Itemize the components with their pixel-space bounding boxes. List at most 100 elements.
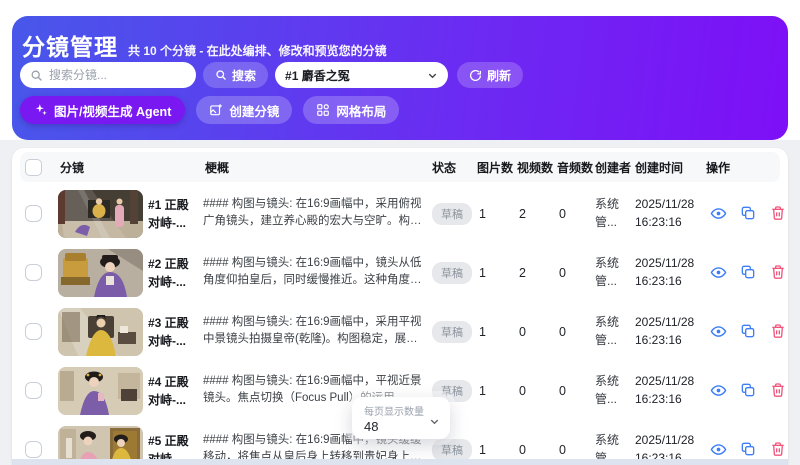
column-header-audios: 音频数: [555, 159, 593, 176]
storyboard-synopsis: #### 构图与镜头: 在16:9画幅中，采用俯视广角镜头，建立养心殿的宏大与空…: [203, 196, 430, 231]
project-select[interactable]: #1 麝香之冤: [275, 62, 448, 88]
storyboard-title: #3 正殿 对峙-...: [148, 314, 189, 350]
horizontal-scrollbar[interactable]: [12, 459, 788, 465]
duplicate-button[interactable]: [740, 264, 757, 281]
audio-count: 0: [555, 325, 593, 339]
row-checkbox[interactable]: [25, 441, 42, 458]
search-button[interactable]: 搜索: [203, 62, 268, 88]
storyboard-title: #1 正殿 对峙-...: [148, 196, 189, 232]
row-checkbox[interactable]: [25, 264, 42, 281]
create-storyboard-button[interactable]: 创建分镜: [196, 96, 292, 124]
column-header-creator: 创建者: [593, 159, 633, 176]
search-icon: [215, 69, 227, 81]
delete-button[interactable]: [770, 205, 787, 222]
grid-icon: [316, 103, 330, 117]
storyboard-title: #4 正殿 对峙-...: [148, 373, 189, 409]
duplicate-button[interactable]: [740, 323, 757, 340]
created-time: 2025/11/28 16:23:16: [633, 314, 704, 349]
grid-button-label: 网格布局: [336, 101, 386, 120]
search-icon: [30, 69, 43, 82]
storyboard-thumbnail[interactable]: [58, 190, 143, 238]
chevron-down-icon: [427, 70, 438, 81]
image-count: 1: [475, 443, 515, 457]
audio-count: 0: [555, 266, 593, 280]
column-header-created: 创建时间: [633, 159, 704, 176]
storyboard-thumbnail[interactable]: [58, 249, 143, 297]
duplicate-button[interactable]: [740, 382, 757, 399]
video-count: 0: [515, 443, 555, 457]
delete-button[interactable]: [770, 323, 787, 340]
image-count: 1: [475, 384, 515, 398]
delete-button[interactable]: [770, 441, 787, 458]
creator: 系统 管...: [593, 196, 633, 231]
audio-count: 0: [555, 207, 593, 221]
table-row[interactable]: #3 正殿 对峙-... #### 构图与镜头: 在16:9画幅中，采用平视中景…: [12, 302, 788, 361]
delete-button[interactable]: [770, 382, 787, 399]
duplicate-button[interactable]: [740, 441, 757, 458]
storyboard-thumbnail[interactable]: [58, 308, 143, 356]
refresh-icon: [469, 69, 482, 82]
image-count: 1: [475, 266, 515, 280]
table-row[interactable]: #2 正殿 对峙-... #### 构图与镜头: 在16:9画幅中，镜头从低角度…: [12, 243, 788, 302]
page-subtitle: 共 10 个分镜 - 在此处编排、修改和预览您的分镜: [128, 42, 387, 59]
image-count: 1: [475, 325, 515, 339]
video-count: 2: [515, 207, 555, 221]
table-header-row: 分镜 梗概 状态 图片数 视频数 音频数 创建者 创建时间 操作: [12, 150, 788, 184]
status-badge: 草稿: [432, 321, 472, 343]
creator: 系统 管...: [593, 373, 633, 408]
image-count: 1: [475, 207, 515, 221]
image-video-agent-button[interactable]: 图片/视频生成 Agent: [20, 96, 185, 124]
view-button[interactable]: [710, 205, 727, 222]
select-all-checkbox[interactable]: [25, 159, 42, 176]
row-checkbox[interactable]: [25, 382, 42, 399]
header-title-row: 分镜管理 共 10 个分镜 - 在此处编排、修改和预览您的分镜: [22, 28, 387, 62]
created-time: 2025/11/28 16:23:16: [633, 373, 704, 408]
column-header-storyboard: 分镜: [58, 159, 203, 176]
grid-layout-button[interactable]: 网格布局: [303, 96, 399, 124]
audio-count: 0: [555, 384, 593, 398]
video-count: 0: [515, 325, 555, 339]
audio-count: 0: [555, 443, 593, 457]
search-button-label: 搜索: [232, 67, 256, 84]
delete-button[interactable]: [770, 264, 787, 281]
column-header-videos: 视频数: [515, 159, 555, 176]
row-checkbox[interactable]: [25, 323, 42, 340]
view-button[interactable]: [710, 323, 727, 340]
column-header-actions: 操作: [704, 159, 788, 176]
create-button-label: 创建分镜: [229, 101, 279, 120]
view-button[interactable]: [710, 441, 727, 458]
project-select-value: #1 麝香之冤: [285, 67, 350, 84]
view-button[interactable]: [710, 382, 727, 399]
image-plus-icon: [209, 103, 223, 117]
search-row: 搜索 #1 麝香之冤 刷新: [20, 62, 523, 88]
storyboard-synopsis: #### 构图与镜头: 在16:9画幅中，镜头从低角度仰拍皇后，同时缓慢推近。这…: [203, 255, 430, 290]
column-header-status: 状态: [430, 159, 475, 176]
header-actions-row: 图片/视频生成 Agent 创建分镜 网格布局: [20, 96, 399, 124]
search-input-wrapper[interactable]: [20, 62, 196, 88]
duplicate-button[interactable]: [740, 205, 757, 222]
header-banner: 分镜管理 共 10 个分镜 - 在此处编排、修改和预览您的分镜 搜索 #1 麝香…: [12, 16, 788, 140]
storyboard-management-page: 分镜管理 共 10 个分镜 - 在此处编排、修改和预览您的分镜 搜索 #1 麝香…: [0, 0, 800, 465]
creator: 系统 管...: [593, 255, 633, 290]
created-time: 2025/11/28 16:23:16: [633, 196, 704, 231]
storyboard-title: #2 正殿 对峙-...: [148, 255, 189, 291]
sparkles-icon: [34, 103, 48, 117]
search-input[interactable]: [49, 68, 179, 82]
view-button[interactable]: [710, 264, 727, 281]
chevron-down-icon: [429, 414, 440, 432]
status-badge: 草稿: [432, 262, 472, 284]
page-title: 分镜管理: [22, 28, 118, 62]
status-badge: 草稿: [432, 439, 472, 461]
page-size-select[interactable]: 每页显示数量 48: [352, 397, 450, 439]
creator: 系统 管...: [593, 314, 633, 349]
agent-button-label: 图片/视频生成 Agent: [54, 101, 171, 120]
column-header-synopsis: 梗概: [203, 159, 430, 176]
refresh-button-label: 刷新: [487, 67, 511, 84]
column-header-images: 图片数: [475, 159, 515, 176]
video-count: 0: [515, 384, 555, 398]
table-row[interactable]: #1 正殿 对峙-... #### 构图与镜头: 在16:9画幅中，采用俯视广角…: [12, 184, 788, 243]
storyboard-thumbnail[interactable]: [58, 367, 143, 415]
refresh-button[interactable]: 刷新: [457, 62, 523, 88]
row-checkbox[interactable]: [25, 205, 42, 222]
status-badge: 草稿: [432, 203, 472, 225]
